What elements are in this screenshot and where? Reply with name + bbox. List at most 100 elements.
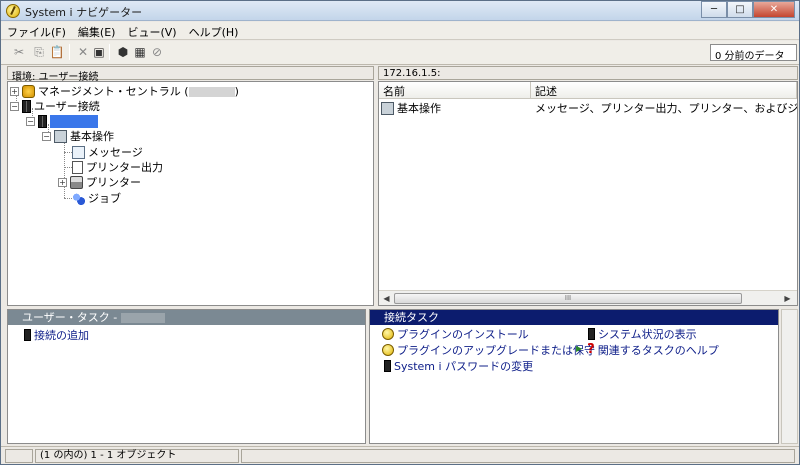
collapse-icon[interactable]: −: [26, 117, 35, 126]
maximize-button[interactable]: □: [727, 1, 753, 18]
navigation-tree[interactable]: + マネージメント・セントラル ( ) − ユーザー接続 − − 基本操作 メッ…: [7, 81, 374, 306]
change-password-label: System i パスワードの変更: [394, 360, 534, 373]
add-connection-label: 接続の追加: [34, 329, 89, 342]
object-list[interactable]: 名前 記述 基本操作 メッセージ、プリンター出力、プリンター、およびジョブを管 …: [378, 81, 798, 306]
list-item-name: 基本操作: [397, 102, 441, 115]
tree-connector: [64, 198, 72, 199]
scroll-right-icon[interactable]: ▶: [780, 292, 795, 305]
horizontal-scrollbar[interactable]: ◀ III ▶: [379, 290, 797, 305]
server-icon: [24, 329, 31, 341]
plugin-icon: [382, 344, 394, 356]
app-icon: [6, 4, 20, 18]
show-system-status-link[interactable]: システム状況の表示: [588, 327, 697, 341]
show-system-status-label: システム状況の表示: [598, 328, 697, 341]
list-item-description: メッセージ、プリンター出力、プリンター、およびジョブを管: [535, 102, 797, 115]
connect-icon[interactable]: ⬢: [115, 44, 131, 60]
connection-tasks-pane: 接続タスク プラグインのインストール プラグインのアップグレードまたは保守 Sy…: [369, 309, 779, 444]
tree-label: マネージメント・セントラル (: [38, 85, 189, 98]
scrollbar-thumb[interactable]: III: [394, 293, 742, 304]
tree-label: 基本操作: [70, 130, 114, 143]
tree-node-messages[interactable]: メッセージ: [72, 145, 143, 160]
tree-node-user-connections[interactable]: − ユーザー接続: [10, 99, 100, 114]
tree-node-system[interactable]: −: [26, 114, 98, 129]
tree-node-jobs[interactable]: ジョブ: [72, 191, 121, 206]
server-icon: [22, 100, 31, 113]
properties-icon[interactable]: ▣: [91, 44, 107, 60]
basic-operations-icon: [54, 130, 67, 143]
toolbar-separator: [109, 44, 110, 60]
window-title: System i ナビゲーター: [25, 6, 143, 19]
basic-operations-icon: [381, 102, 394, 115]
tree-connector: [64, 152, 72, 153]
selected-system-node[interactable]: [50, 115, 98, 128]
menu-edit[interactable]: 編集(E): [72, 22, 122, 39]
jobs-icon: [72, 192, 85, 205]
related-tasks-help-label: 関連するタスクのヘルプ: [597, 344, 719, 357]
close-button[interactable]: ✕: [753, 1, 795, 18]
connection-tasks-header: 接続タスク: [370, 310, 778, 325]
toolbar-separator: [69, 44, 70, 60]
install-plugins-link[interactable]: プラグインのインストール: [382, 327, 529, 341]
expand-icon[interactable]: +: [10, 87, 19, 96]
tree-node-management-central[interactable]: + マネージメント・セントラル ( ): [10, 84, 239, 99]
status-object-count: (1 の内の) 1 - 1 オブジェクト: [35, 449, 239, 463]
tree-node-basic-operations[interactable]: − 基本操作: [42, 129, 114, 144]
install-plugins-label: プラグインのインストール: [397, 328, 529, 341]
help-icon: ?: [587, 342, 595, 357]
server-icon: [38, 115, 47, 128]
task-pane-scrollbar[interactable]: [781, 309, 798, 444]
data-age-field: 0 分前のデータ: [710, 44, 797, 61]
collapse-icon[interactable]: −: [42, 132, 51, 141]
tree-connector: [64, 167, 72, 168]
system-status-icon: [588, 328, 595, 340]
printer-output-icon: [72, 161, 83, 174]
upgrade-plugins-label: プラグインのアップグレードまたは保守: [397, 344, 595, 357]
view-icon[interactable]: ▦: [132, 44, 148, 60]
title-bar: System i ナビゲーター ─ □ ✕: [1, 1, 799, 21]
management-central-icon: [22, 85, 35, 98]
tree-node-printer-output[interactable]: プリンター出力: [72, 160, 163, 175]
column-header-description[interactable]: 記述: [531, 82, 797, 99]
user-tasks-title: ユーザー・タスク -: [22, 311, 118, 324]
scroll-left-icon[interactable]: ◀: [379, 292, 394, 305]
server-icon: [384, 360, 391, 372]
window-controls: ─ □ ✕: [701, 1, 795, 18]
plugin-icon: [382, 328, 394, 340]
tree-node-printers[interactable]: + プリンター: [58, 175, 141, 190]
change-password-link[interactable]: System i パスワードの変更: [384, 359, 533, 373]
minimize-button[interactable]: ─: [701, 1, 727, 18]
menu-file[interactable]: ファイル(F): [1, 22, 72, 39]
tree-label: ユーザー接続: [34, 100, 100, 113]
menu-bar: ファイル(F) 編集(E) ビュー(V) ヘルプ(H): [1, 22, 799, 40]
column-header-name[interactable]: 名前: [379, 82, 531, 99]
tree-label: プリンター出力: [86, 161, 163, 174]
cut-icon[interactable]: ✂: [11, 44, 27, 60]
messages-icon: [72, 146, 85, 159]
add-connection-link[interactable]: 接続の追加: [24, 328, 89, 342]
menu-help[interactable]: ヘルプ(H): [183, 22, 245, 39]
status-cell-message: [241, 449, 795, 463]
tree-label: ジョブ: [88, 192, 121, 205]
upgrade-plugins-link[interactable]: プラグインのアップグレードまたは保守: [382, 343, 595, 357]
tree-label: メッセージ: [88, 146, 143, 159]
copy-icon[interactable]: ⎘: [31, 44, 47, 60]
menu-view[interactable]: ビュー(V): [121, 22, 182, 39]
related-tasks-help-link[interactable]: ▶ ? 関連するタスクのヘルプ: [576, 343, 719, 357]
app-window: System i ナビゲーター ─ □ ✕ ファイル(F) 編集(E) ビュー(…: [0, 0, 800, 465]
redacted-system-name: [120, 313, 165, 323]
environment-header: 環境: ユーザー接続: [7, 66, 374, 83]
stop-icon[interactable]: ⊘: [149, 44, 165, 60]
paste-icon[interactable]: 📋: [49, 44, 65, 60]
user-tasks-header: ユーザー・タスク -: [8, 310, 365, 325]
status-cell-empty: [5, 449, 33, 463]
delete-icon[interactable]: ✕: [75, 44, 91, 60]
tree-label: ): [234, 85, 239, 98]
expand-icon[interactable]: +: [58, 178, 67, 187]
user-tasks-pane: ユーザー・タスク - 接続の追加: [7, 309, 366, 444]
list-item-basic-operations[interactable]: 基本操作: [381, 101, 531, 116]
toolbar: ✂ ⎘ 📋 ✕ ▣ ⬢ ▦ ⊘ 0 分前のデータ: [1, 41, 799, 65]
arrow-right-icon: ▶: [576, 344, 583, 353]
redacted-system-name: [188, 86, 235, 97]
tree-label: プリンター: [86, 176, 141, 189]
collapse-icon[interactable]: −: [10, 102, 19, 111]
